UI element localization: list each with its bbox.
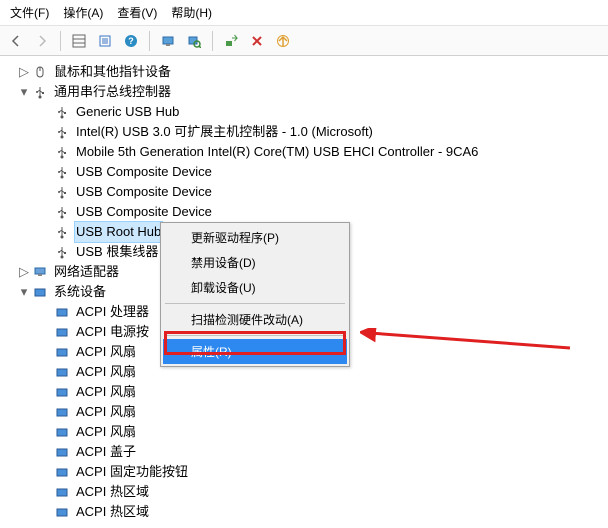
tree-label: USB Composite Device	[74, 182, 214, 202]
tree-label: ACPI 风扇	[74, 402, 138, 422]
properties-icon[interactable]	[95, 31, 115, 51]
tree-label: ACPI 热区域	[74, 502, 151, 522]
tree-label: USB Root Hub	[74, 221, 163, 243]
help-icon[interactable]: ?	[121, 31, 141, 51]
system-device-icon	[54, 424, 70, 440]
usb-icon	[54, 104, 70, 120]
usb-icon	[54, 204, 70, 220]
enable-device-icon[interactable]	[221, 31, 241, 51]
menu-separator	[165, 335, 345, 336]
toolbar: ?	[0, 26, 608, 56]
tree-label: ACPI 盖子	[74, 442, 138, 462]
expand-icon[interactable]: ▷	[16, 64, 32, 80]
menu-file[interactable]: 文件(F)	[10, 4, 49, 21]
mouse-icon	[32, 64, 48, 80]
tree-item-usb[interactable]: Mobile 5th Generation Intel(R) Core(TM) …	[4, 142, 604, 162]
network-icon	[32, 264, 48, 280]
menu-help[interactable]: 帮助(H)	[171, 4, 212, 21]
system-device-icon	[54, 304, 70, 320]
uninstall-device-icon[interactable]	[247, 31, 267, 51]
tree-label: ACPI 热区域	[74, 482, 151, 502]
menu-action[interactable]: 操作(A)	[63, 4, 103, 21]
tree-item-system[interactable]: ACPI 固定功能按钮	[4, 462, 604, 482]
tree-view-icon[interactable]	[69, 31, 89, 51]
menu-scan-hardware[interactable]: 扫描检测硬件改动(A)	[163, 307, 347, 332]
tree-item-usb[interactable]: Intel(R) USB 3.0 可扩展主机控制器 - 1.0 (Microso…	[4, 122, 604, 142]
separator	[60, 31, 61, 51]
menu-uninstall-device[interactable]: 卸载设备(U)	[163, 275, 347, 300]
tree-label: 通用串行总线控制器	[52, 82, 173, 102]
usb-icon	[54, 164, 70, 180]
tree-item-system[interactable]: ACPI 风扇	[4, 382, 604, 402]
menu-update-driver[interactable]: 更新驱动程序(P)	[163, 225, 347, 250]
tree-label: ACPI 风扇	[74, 362, 138, 382]
menubar: 文件(F) 操作(A) 查看(V) 帮助(H)	[0, 0, 608, 26]
tree-label: 网络适配器	[52, 262, 121, 282]
collapse-icon[interactable]: ▾	[16, 84, 32, 100]
scan-icon[interactable]	[184, 31, 204, 51]
tree-label: ACPI 处理器	[74, 302, 151, 322]
separator	[149, 31, 150, 51]
tree-label: 鼠标和其他指针设备	[52, 62, 173, 82]
system-device-icon	[32, 284, 48, 300]
update-driver-icon[interactable]	[273, 31, 293, 51]
tree-item-system[interactable]: ACPI 热区域	[4, 502, 604, 522]
tree-label: USB Composite Device	[74, 202, 214, 222]
computer-icon[interactable]	[158, 31, 178, 51]
usb-icon	[54, 124, 70, 140]
tree-label: ACPI 固定功能按钮	[74, 462, 190, 482]
usb-icon	[54, 184, 70, 200]
menu-separator	[165, 303, 345, 304]
system-device-icon	[54, 324, 70, 340]
tree-item-system[interactable]: ACPI 风扇	[4, 402, 604, 422]
system-device-icon	[54, 364, 70, 380]
back-icon[interactable]	[6, 31, 26, 51]
tree-label: ACPI 风扇	[74, 342, 138, 362]
tree-label: Mobile 5th Generation Intel(R) Core(TM) …	[74, 142, 480, 162]
usb-icon	[32, 84, 48, 100]
system-device-icon	[54, 444, 70, 460]
tree-label: USB 根集线器	[74, 242, 160, 262]
tree-item-usb[interactable]: USB Composite Device	[4, 202, 604, 222]
forward-icon[interactable]	[32, 31, 52, 51]
expand-icon[interactable]: ▷	[16, 264, 32, 280]
system-device-icon	[54, 344, 70, 360]
separator	[212, 31, 213, 51]
svg-text:?: ?	[128, 36, 134, 46]
tree-item-system[interactable]: ACPI 盖子	[4, 442, 604, 462]
usb-icon	[54, 244, 70, 260]
tree-node-mouse[interactable]: ▷ 鼠标和其他指针设备	[4, 62, 604, 82]
tree-label: USB Composite Device	[74, 162, 214, 182]
tree-label: Generic USB Hub	[74, 102, 181, 122]
tree-node-usb-controllers[interactable]: ▾ 通用串行总线控制器	[4, 82, 604, 102]
tree-label: ACPI 电源按	[74, 322, 151, 342]
tree-label: ACPI 风扇	[74, 382, 138, 402]
usb-icon	[54, 224, 70, 240]
menu-view[interactable]: 查看(V)	[117, 4, 157, 21]
tree-label: Intel(R) USB 3.0 可扩展主机控制器 - 1.0 (Microso…	[74, 122, 375, 142]
tree-label: ACPI 风扇	[74, 422, 138, 442]
system-device-icon	[54, 484, 70, 500]
tree-label: 系统设备	[52, 282, 108, 302]
tree-item-usb[interactable]: USB Composite Device	[4, 162, 604, 182]
system-device-icon	[54, 404, 70, 420]
tree-item-usb[interactable]: USB Composite Device	[4, 182, 604, 202]
menu-properties[interactable]: 属性(R)	[163, 339, 347, 364]
system-device-icon	[54, 384, 70, 400]
menu-disable-device[interactable]: 禁用设备(D)	[163, 250, 347, 275]
context-menu: 更新驱动程序(P) 禁用设备(D) 卸载设备(U) 扫描检测硬件改动(A) 属性…	[160, 222, 350, 367]
collapse-icon[interactable]: ▾	[16, 284, 32, 300]
usb-icon	[54, 144, 70, 160]
tree-item-usb[interactable]: Generic USB Hub	[4, 102, 604, 122]
tree-item-system[interactable]: ACPI 风扇	[4, 422, 604, 442]
system-device-icon	[54, 464, 70, 480]
tree-item-system[interactable]: ACPI 热区域	[4, 482, 604, 502]
